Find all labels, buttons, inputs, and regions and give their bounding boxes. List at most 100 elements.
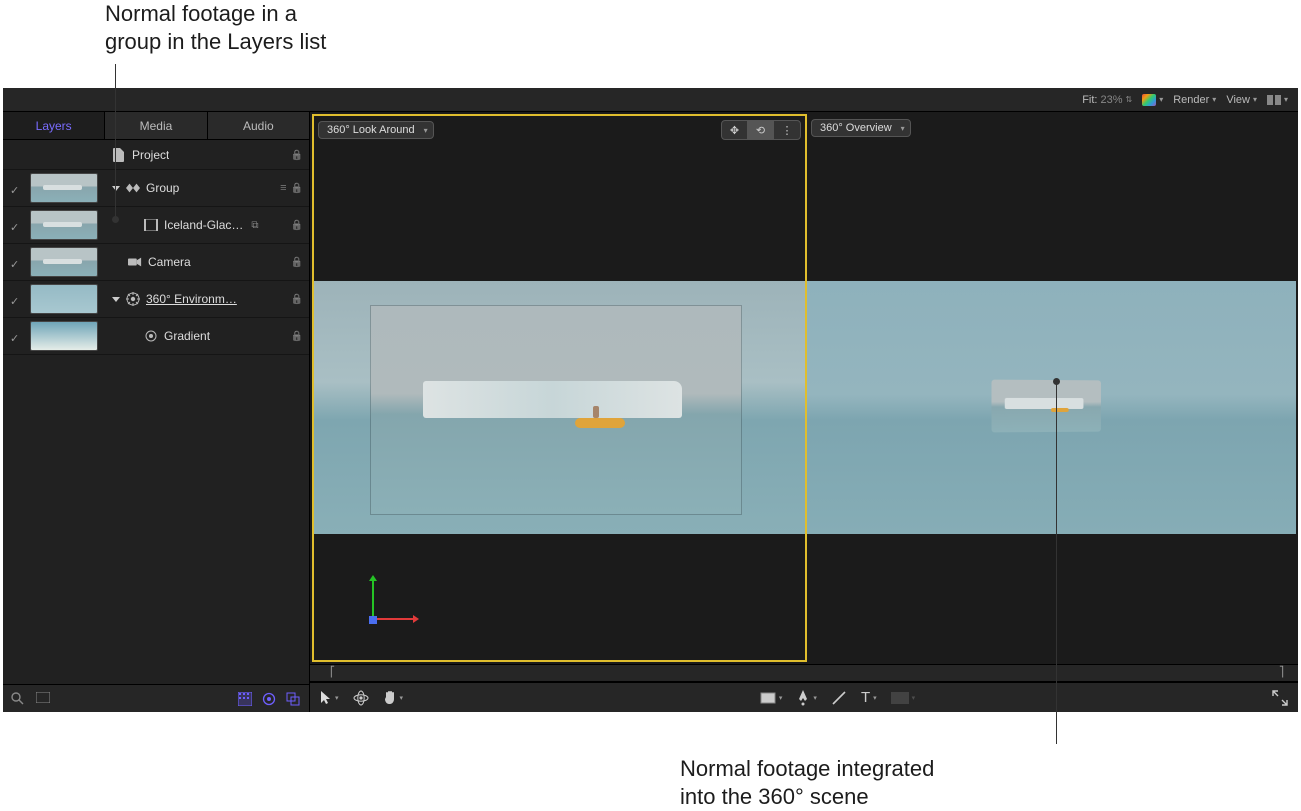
lock-icon[interactable] bbox=[291, 149, 303, 161]
stepper-icon: ⇅ bbox=[1126, 95, 1133, 104]
layer-label: Group bbox=[146, 181, 179, 195]
view-menu[interactable]: View▾ bbox=[1226, 94, 1257, 106]
layer-row-clip[interactable]: Iceland-Glac… ⧉ bbox=[3, 207, 309, 244]
tab-media[interactable]: Media bbox=[105, 112, 207, 139]
view-label: View bbox=[1226, 94, 1250, 106]
footage-preview[interactable] bbox=[371, 306, 741, 514]
layer-row-360-environment[interactable]: 360° Environm… bbox=[3, 281, 309, 318]
behavior-mode-button[interactable] bbox=[261, 691, 277, 707]
callout-line-top bbox=[115, 64, 116, 219]
split-view-icon bbox=[1267, 95, 1281, 105]
camera-icon bbox=[128, 256, 142, 268]
visibility-check[interactable] bbox=[10, 220, 21, 230]
viewport-look-around[interactable]: 360° Look Around ▾ ✥ ⟲ ⋮ bbox=[312, 114, 807, 662]
lock-icon[interactable] bbox=[291, 219, 303, 231]
layers-panel: Layers Media Audio Project bbox=[3, 112, 310, 712]
playhead-in-marker-icon[interactable]: ⎡ bbox=[330, 667, 335, 678]
color-swatch-icon bbox=[1142, 94, 1156, 106]
lock-icon[interactable] bbox=[291, 256, 303, 268]
fit-label: Fit: bbox=[1082, 94, 1097, 106]
frame-icon[interactable] bbox=[36, 692, 50, 705]
lock-icon[interactable] bbox=[291, 293, 303, 305]
axis-y-icon bbox=[372, 580, 374, 620]
3d-axis-gizmo[interactable] bbox=[346, 574, 402, 630]
environment-360-icon bbox=[126, 293, 140, 305]
callout-line-bottom bbox=[1056, 382, 1057, 744]
3d-transform-tool[interactable] bbox=[353, 690, 369, 706]
pen-tool[interactable]: ▾ bbox=[796, 690, 817, 706]
disclosure-triangle-icon[interactable] bbox=[112, 186, 120, 191]
viewport-layout-button[interactable]: ▾ bbox=[1267, 95, 1288, 105]
link-icon: ⧉ bbox=[251, 220, 258, 231]
tab-audio[interactable]: Audio bbox=[208, 112, 309, 139]
layer-row-camera[interactable]: Camera bbox=[3, 244, 309, 281]
kayak-shape bbox=[575, 418, 625, 428]
canvas-status-bar: Fit: 23% ⇅ ▾ Render▾ View▾ ▾ bbox=[3, 88, 1298, 112]
chevron-down-icon: ▾ bbox=[912, 694, 916, 702]
disclosure-triangle-icon[interactable] bbox=[112, 297, 120, 302]
viewport-camera-menu[interactable]: 360° Look Around ▾ bbox=[318, 121, 434, 139]
group-icon bbox=[126, 182, 140, 194]
lock-icon[interactable] bbox=[291, 182, 303, 194]
fit-control[interactable]: Fit: 23% ⇅ bbox=[1082, 94, 1132, 106]
orbit-tool-button[interactable]: ⟲ bbox=[748, 121, 774, 139]
fit-value: 23% bbox=[1100, 94, 1122, 106]
axis-x-icon bbox=[374, 618, 414, 620]
layer-thumbnail bbox=[30, 321, 98, 351]
pan-hand-tool[interactable]: ▾ bbox=[383, 690, 404, 705]
line-tool[interactable] bbox=[831, 690, 847, 706]
blend-mode-icon[interactable] bbox=[280, 182, 286, 194]
layer-row-gradient[interactable]: Gradient bbox=[3, 318, 309, 355]
chevron-down-icon: ▾ bbox=[873, 694, 877, 702]
tab-layers[interactable]: Layers bbox=[3, 112, 105, 139]
chevron-down-icon: ▾ bbox=[335, 694, 339, 702]
layer-thumbnail bbox=[30, 284, 98, 314]
viewport-camera-label: 360° Look Around bbox=[327, 124, 415, 136]
visibility-check[interactable] bbox=[10, 294, 21, 304]
playhead-out-marker-icon[interactable]: ⎤ bbox=[1279, 667, 1284, 678]
viewport-camera-label: 360° Overview bbox=[820, 122, 892, 134]
media-tool[interactable]: ▾ bbox=[891, 692, 916, 704]
visibility-check[interactable] bbox=[10, 331, 21, 341]
layer-label: Camera bbox=[148, 255, 191, 269]
filter-mode-button[interactable] bbox=[285, 691, 301, 707]
layers-footer bbox=[3, 684, 309, 712]
chevron-down-icon: ▾ bbox=[779, 694, 783, 702]
canvas-area: 360° Look Around ▾ ✥ ⟲ ⋮ bbox=[310, 112, 1298, 712]
chevron-down-icon: ▾ bbox=[1159, 95, 1163, 104]
select-tool[interactable]: ▾ bbox=[320, 691, 339, 705]
chevron-down-icon: ▾ bbox=[1253, 95, 1257, 104]
render-menu[interactable]: Render▾ bbox=[1173, 94, 1216, 106]
footage-in-360[interactable] bbox=[992, 380, 1101, 433]
text-tool[interactable]: T ▾ bbox=[861, 689, 877, 706]
viewport-options-button[interactable]: ⋮ bbox=[774, 121, 800, 139]
chevron-down-icon: ▾ bbox=[901, 124, 905, 133]
motion-app-window: Fit: 23% ⇅ ▾ Render▾ View▾ ▾ Layers Medi… bbox=[3, 88, 1298, 712]
fullscreen-toggle[interactable] bbox=[1272, 690, 1288, 706]
layer-thumbnail bbox=[30, 247, 98, 277]
viewport-overview[interactable]: 360° Overview ▾ bbox=[807, 114, 1296, 662]
lock-icon[interactable] bbox=[291, 330, 303, 342]
visibility-check[interactable] bbox=[10, 257, 21, 267]
generator-icon bbox=[144, 330, 158, 342]
chevron-down-icon: ▾ bbox=[813, 694, 817, 702]
viewport-transform-tools: ✥ ⟲ ⋮ bbox=[721, 120, 801, 140]
layer-row-project[interactable]: Project bbox=[3, 140, 309, 170]
visibility-check[interactable] bbox=[10, 183, 21, 193]
layer-label: 360° Environm… bbox=[146, 292, 237, 306]
chevron-down-icon: ▾ bbox=[424, 126, 428, 135]
layer-row-group[interactable]: Group bbox=[3, 170, 309, 207]
viewport-camera-menu[interactable]: 360° Overview ▾ bbox=[811, 119, 911, 137]
channel-color-menu[interactable]: ▾ bbox=[1142, 94, 1163, 106]
pan-tool-button[interactable]: ✥ bbox=[722, 121, 748, 139]
mask-mode-button[interactable] bbox=[237, 691, 253, 707]
shape-tool[interactable]: ▾ bbox=[760, 692, 783, 704]
chevron-down-icon: ▾ bbox=[400, 694, 404, 702]
search-icon[interactable] bbox=[11, 692, 24, 705]
mini-timeline[interactable]: ⎡ ⎤ bbox=[310, 664, 1298, 682]
chevron-down-icon: ▾ bbox=[1212, 95, 1216, 104]
panel-tabs: Layers Media Audio bbox=[3, 112, 309, 140]
chevron-down-icon: ▾ bbox=[1284, 95, 1288, 104]
render-label: Render bbox=[1173, 94, 1209, 106]
layer-thumbnail bbox=[30, 173, 98, 203]
